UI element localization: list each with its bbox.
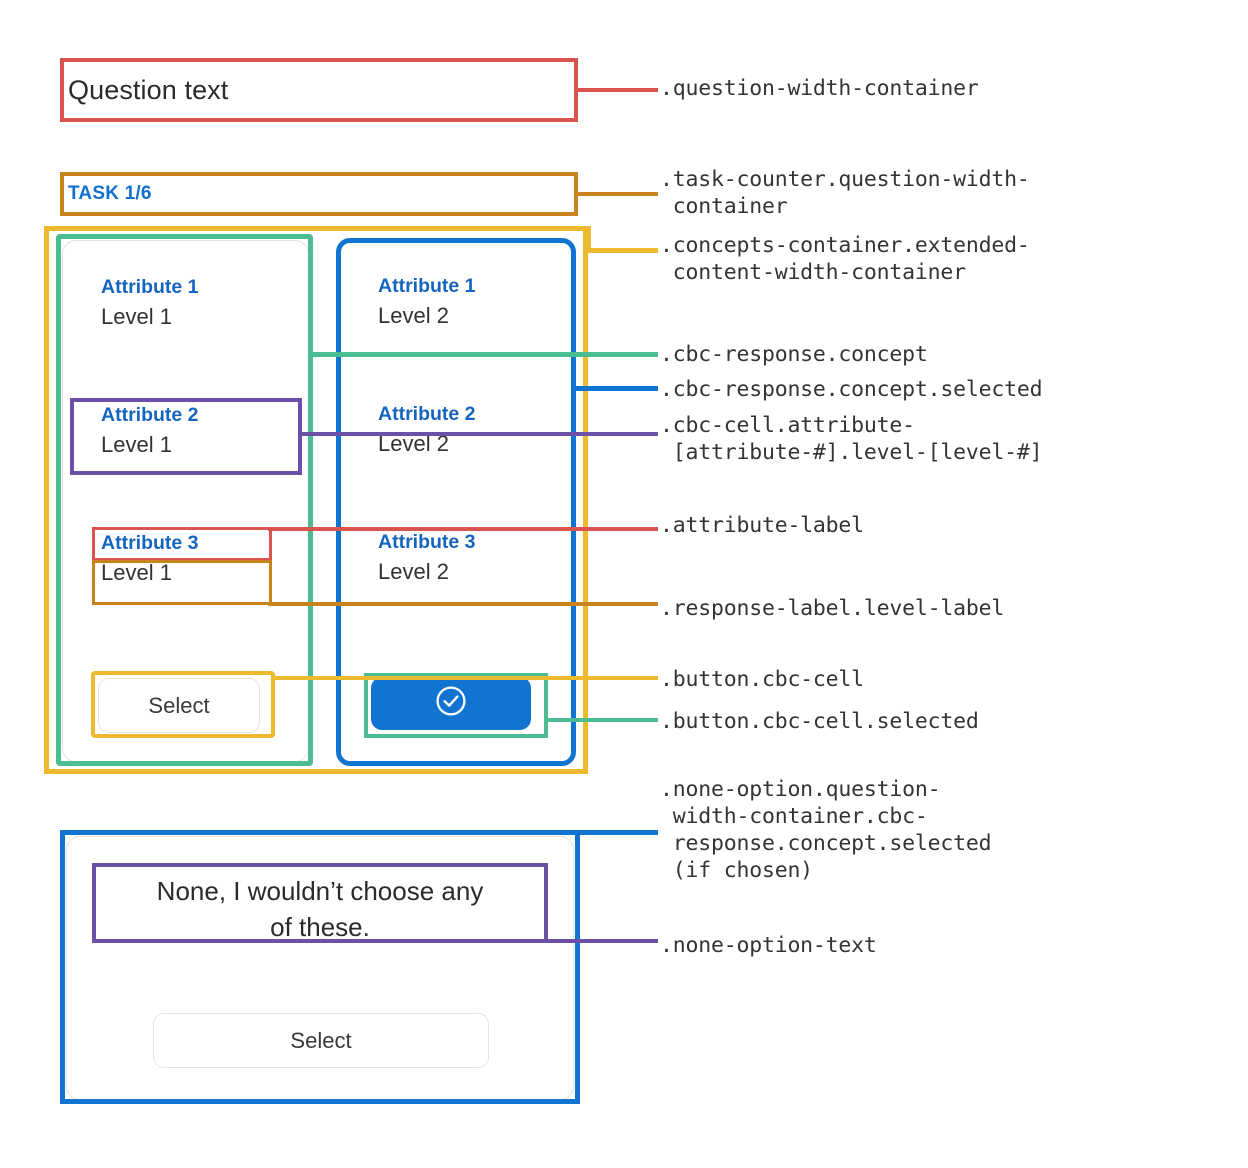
annotation-label-question-width-container: .question-width-container xyxy=(660,76,979,101)
annotation-label-concepts-container: .concepts-container.extended- content-wi… xyxy=(660,233,1030,285)
annotation-label-button-cbc-cell-selected: .button.cbc-cell.selected xyxy=(660,709,979,734)
connector-cbc-response-concept-selected xyxy=(571,386,658,391)
annotation-box-none-option-text xyxy=(92,863,548,943)
connector-task-counter xyxy=(578,192,658,196)
annotation-box-response-label xyxy=(92,560,272,605)
annotation-box-attribute-label xyxy=(92,527,272,561)
annotation-box-task-counter xyxy=(60,172,578,216)
connector-concepts-container xyxy=(586,248,658,253)
annotation-label-response-label: .response-label.level-label xyxy=(660,596,1005,621)
annotation-label-none-option-text: .none-option-text xyxy=(660,933,877,958)
connector-cbc-response-concept xyxy=(308,352,658,357)
annotated-cbc-mockup: Question text TASK 1/6 Attribute 1 Level… xyxy=(0,0,1248,1168)
connector-cbc-cell xyxy=(298,432,658,436)
connector-question-width-container xyxy=(578,88,658,92)
annotation-label-button-cbc-cell: .button.cbc-cell xyxy=(660,667,864,692)
annotation-box-button-cbc-cell xyxy=(91,671,275,738)
connector-none-option-text xyxy=(544,939,658,943)
annotation-label-task-counter: .task-counter.question-width- container xyxy=(660,167,1030,219)
connector-response-label xyxy=(268,602,658,606)
annotation-label-attribute-label: .attribute-label xyxy=(660,513,864,538)
annotation-label-none-option: .none-option.question- width-container.c… xyxy=(660,777,992,883)
annotation-box-cbc-cell xyxy=(70,398,302,475)
annotation-label-cbc-response-concept: .cbc-response.concept xyxy=(660,342,928,367)
annotation-label-cbc-response-concept-selected: .cbc-response.concept.selected xyxy=(660,377,1043,402)
connector-attribute-label xyxy=(268,527,658,531)
annotation-label-cbc-cell: .cbc-cell.attribute- [attribute-#].level… xyxy=(660,413,1043,465)
annotation-box-question-width-container xyxy=(60,58,578,122)
connector-none-option xyxy=(575,830,658,835)
connector-button-cbc-cell-selected xyxy=(544,718,658,722)
connector-button-cbc-cell xyxy=(271,676,658,680)
annotation-box-button-cbc-cell-selected xyxy=(364,673,548,738)
